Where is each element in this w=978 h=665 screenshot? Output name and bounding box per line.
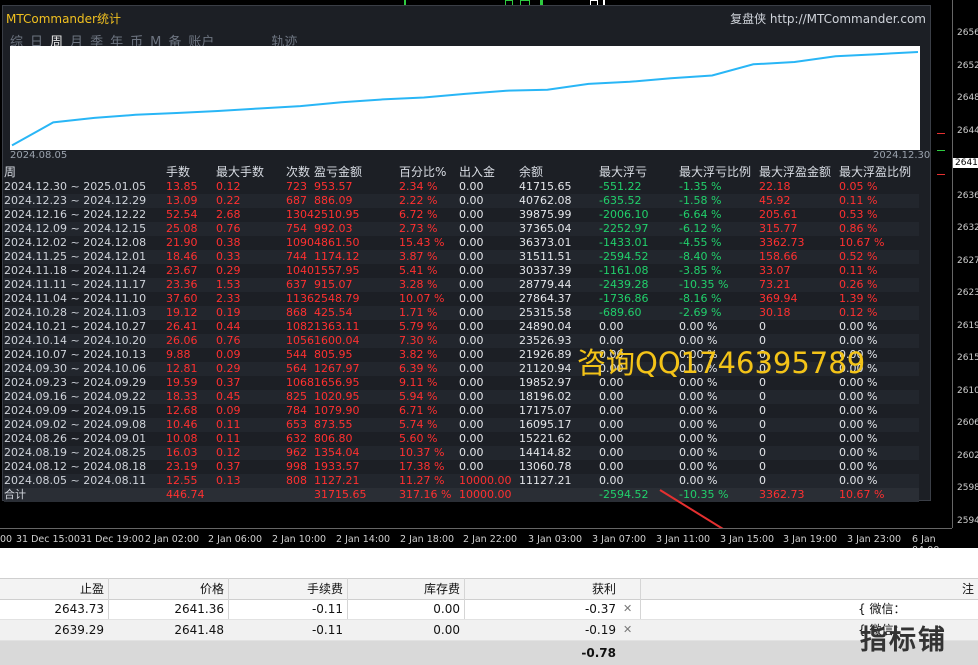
trade-row[interactable]: 2639.292641.48-0.110.00-0.19✕{ 微信：174639…: [0, 620, 978, 657]
trade-cell: -0.11: [311, 602, 343, 616]
level-marker: [937, 174, 945, 175]
time-tick: 3 Jan 03:00: [528, 534, 583, 545]
grid-col-header-5[interactable]: 注: [962, 579, 974, 599]
time-tick: 2 Jan 18:00: [400, 534, 455, 545]
grid-col-header-2[interactable]: 手续费: [307, 579, 343, 599]
price-axis[interactable]: 2656 2652 2648 2644 2641 2636 2632 2627 2623 2619…: [952, 0, 978, 528]
grid-col-header-1[interactable]: 价格: [200, 579, 224, 599]
price-tick: 2610: [957, 385, 978, 396]
trade-cell: 2641.48: [174, 623, 224, 637]
time-tick: 00: [0, 534, 13, 545]
trade-cell: -0.19: [584, 623, 616, 637]
total-profit: -0.78: [581, 646, 616, 660]
level-marker: [937, 150, 945, 151]
time-tick: 3 Jan 23:00: [847, 534, 902, 545]
price-tick: 2606: [957, 418, 978, 428]
grid-col-header-0[interactable]: 止盈: [80, 579, 104, 599]
grid-total-row: -0.78: [0, 641, 978, 665]
trade-cell: -0.11: [311, 623, 343, 637]
grid-col-header-3[interactable]: 库存费: [424, 579, 460, 599]
price-tick: 2627: [957, 255, 978, 266]
time-tick: 31 Dec 19:00: [80, 534, 144, 545]
time-tick: 2 Jan 14:00: [336, 534, 391, 545]
toolbox-separator: [0, 548, 978, 578]
trade-row[interactable]: 2643.73 2641.36 -0.11 0.00 -0.37 ✕ { 微信：174639…: [0, 599, 978, 636]
close-position-icon[interactable]: ✕: [623, 599, 632, 619]
price-tick: 2615: [957, 353, 978, 363]
level-marker: [937, 133, 945, 134]
trade-note: { 微信：1746395789 }: [858, 602, 946, 636]
price-tick: 2594: [957, 515, 978, 526]
time-tick: 3 Jan 11:00: [656, 534, 711, 545]
price-tick: 2656: [957, 28, 978, 38]
grid-header: 止盈 价格 手续费 库存费 获利 注: [0, 578, 978, 600]
trade-cell: 2643.73: [54, 602, 104, 616]
time-tick: 2 Jan 06:00: [208, 534, 263, 545]
time-tick: 2 Jan 02:00: [145, 534, 200, 545]
price-tick: 2598: [957, 483, 978, 493]
price-tick: 2623: [957, 288, 978, 298]
time-tick: 2 Jan 10:00: [272, 534, 327, 545]
trade-cell: -0.37: [584, 602, 616, 616]
trade-grid: 止盈 价格 手续费 库存费 获利 注 2643.73 2641.36 -0.11 0.00 -0.3…: [0, 578, 978, 665]
price-tick: 2644: [957, 125, 978, 136]
price-tick: 2641: [953, 158, 978, 168]
price-tick: 2652: [957, 60, 978, 71]
price-tick: 2648: [957, 93, 978, 103]
grid-col-header-4[interactable]: 获利: [592, 579, 616, 599]
time-tick: 31 Dec 15:00: [16, 534, 80, 545]
time-axis[interactable]: 00 31 Dec 15:00 31 Dec 19:00 2 Jan 02:00 2 J…: [0, 528, 952, 556]
time-tick: 2 Jan 22:00: [463, 534, 518, 545]
trade-cell: 2639.29: [54, 623, 104, 637]
trade-cell: 0.00: [433, 623, 460, 637]
trade-cell: 0.00: [433, 602, 460, 616]
price-tick: 2602: [957, 450, 978, 461]
trade-cell: 2641.36: [174, 602, 224, 616]
price-tick: 2619: [957, 320, 978, 331]
brand-badge: 指标铺: [860, 625, 947, 656]
close-position-icon[interactable]: ✕: [623, 620, 632, 640]
time-tick: 3 Jan 15:00: [720, 534, 775, 545]
time-tick: 3 Jan 07:00: [592, 534, 647, 545]
price-tick: 2636: [957, 190, 978, 201]
time-tick: 3 Jan 19:00: [783, 534, 838, 545]
price-tick: 2632: [957, 223, 978, 233]
